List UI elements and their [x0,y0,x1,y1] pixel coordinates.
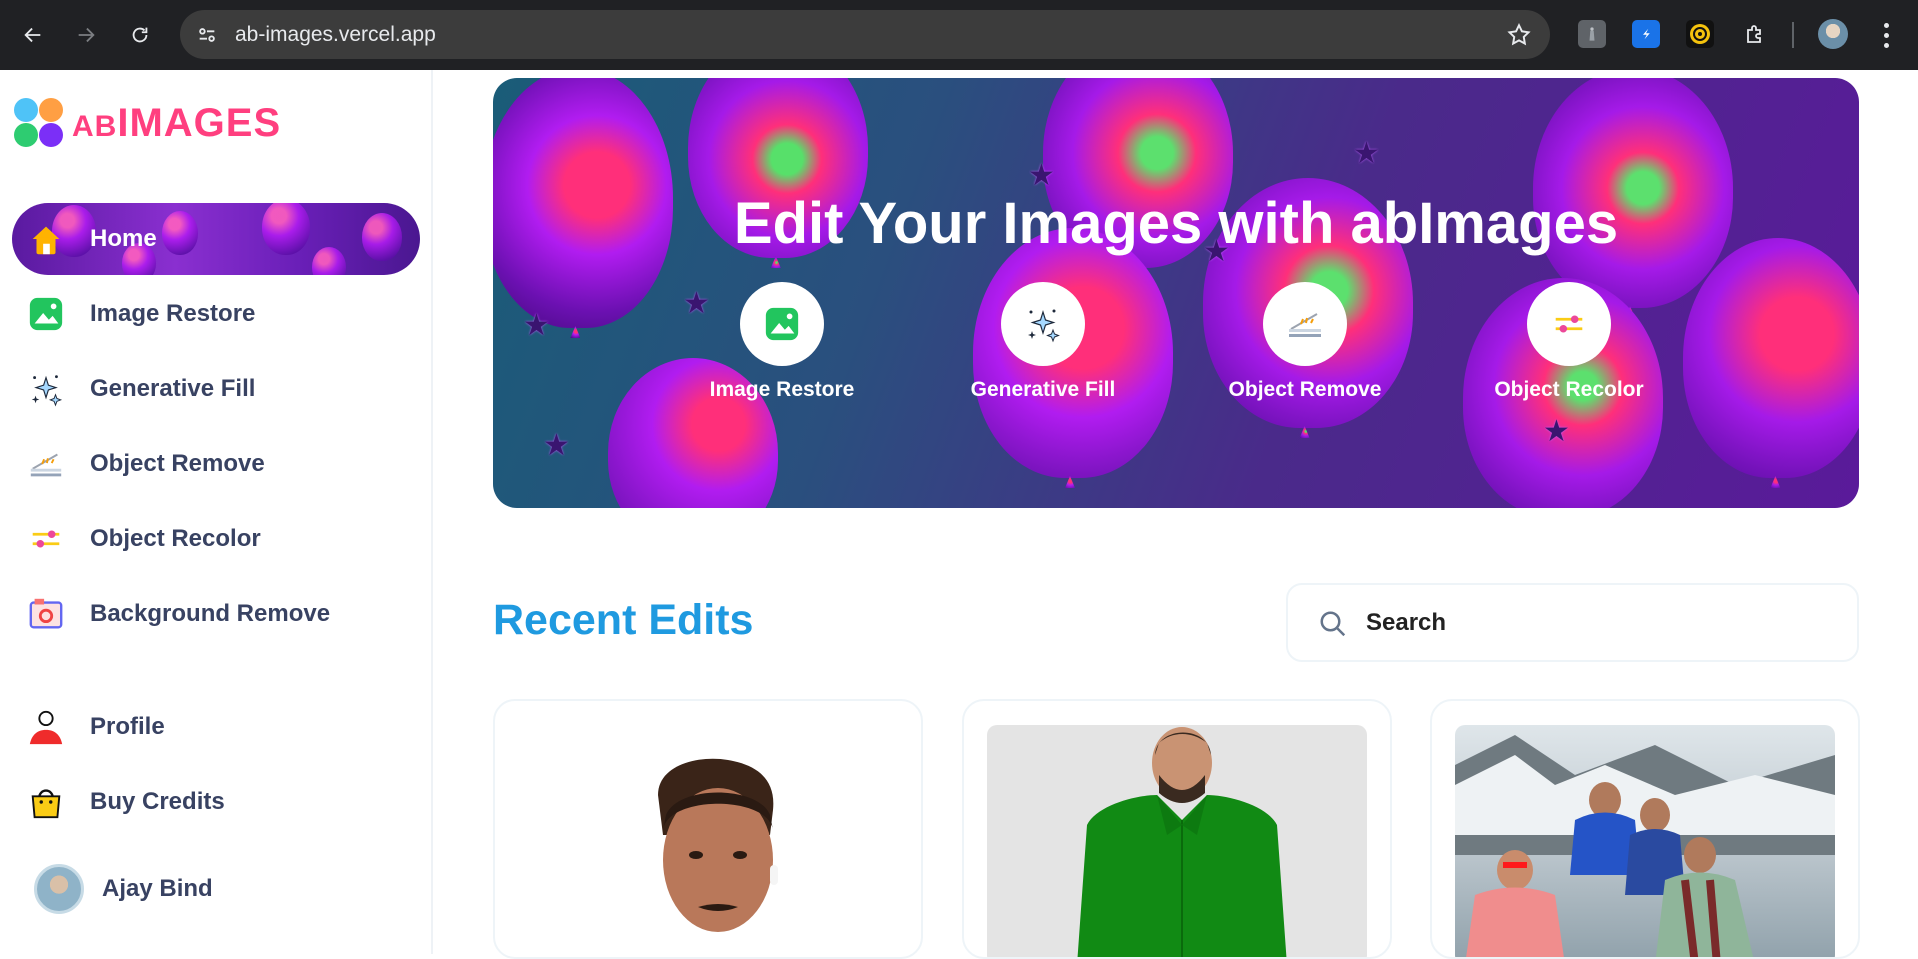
logo-dots-icon [14,98,64,148]
profile-icon [26,707,66,747]
hero-title: Edit Your Images with abImages [733,191,1619,256]
sidebar-item-object-recolor[interactable]: Object Recolor [12,503,420,575]
browser-toolbar: ab-images.vercel.app [0,0,1918,70]
browser-profile-avatar[interactable] [1818,19,1848,49]
sidebar-item-label: Object Remove [90,450,265,477]
extension-lighthouse-icon[interactable] [1578,20,1606,48]
hero-tool-label: Object Remove [1228,378,1382,401]
arrow-right-icon [78,27,95,43]
logo-text: ABIMAGES [72,100,282,145]
recent-edit-card[interactable] [1430,699,1860,959]
sidebar-item-buy-credits[interactable]: Buy Credits [12,766,420,838]
sidebar-user[interactable]: Ajay Bind [12,853,420,925]
edit-image-portrait [518,725,898,957]
sidebar-item-generative-fill[interactable]: Generative Fill [12,353,420,425]
app-logo[interactable]: ABIMAGES [14,98,281,148]
sparkles-icon [26,369,66,409]
hero-tool-label: Image Restore [709,378,855,401]
address-bar[interactable]: ab-images.vercel.app [180,10,1550,59]
back-button[interactable] [15,17,51,53]
filter-icon [1527,282,1611,366]
bookmark-star-icon[interactable] [1506,22,1532,48]
extensions-puzzle-icon[interactable] [1741,20,1769,48]
balloon-decoration [1683,238,1859,478]
recent-edit-card[interactable] [962,699,1392,959]
star-decoration: ★ [1543,415,1570,448]
star-decoration: ★ [543,429,570,462]
reload-icon [132,27,148,43]
hero-tool-label: Generative Fill [970,378,1116,401]
image-icon [26,294,66,334]
edit-image-group-snow [1455,725,1835,957]
hero-banner: ★ ★ ★ ★ ★ ★ ★ Edit Your Images with abIm… [493,78,1859,508]
camera-icon [26,594,66,634]
scan-icon [26,444,66,484]
sidebar-item-label: Buy Credits [90,788,225,815]
search-input[interactable] [1366,603,1826,643]
url-text[interactable]: ab-images.vercel.app [235,23,436,47]
star-decoration: ★ [1353,137,1380,170]
search-bar[interactable] [1286,583,1859,662]
image-icon [740,282,824,366]
edit-image-green-shirt [987,725,1367,957]
reload-button[interactable] [122,17,158,53]
user-name: Ajay Bind [102,875,213,902]
recent-edits-title: Recent Edits [493,596,754,644]
sidebar-item-label: Generative Fill [90,375,256,402]
sparkles-icon [1001,282,1085,366]
search-icon [1320,611,1346,637]
sidebar-item-label: Profile [90,713,165,740]
hero-tool-object-recolor[interactable]: Object Recolor [1469,282,1669,402]
hero-tool-object-remove[interactable]: Object Remove [1205,282,1405,402]
extension-target-icon[interactable] [1686,20,1714,48]
hero-tool-generative-fill[interactable]: Generative Fill [943,282,1143,402]
sidebar-item-label: Image Restore [90,300,256,327]
hero-tool-label: Object Recolor [1494,378,1644,401]
sidebar-item-object-remove[interactable]: Object Remove [12,428,420,500]
sidebar-item-image-restore[interactable]: Image Restore [12,278,420,350]
bag-icon [26,782,66,822]
scan-icon [1263,282,1347,366]
toolbar-divider [1792,22,1794,48]
extension-s-icon[interactable] [1632,20,1660,48]
avatar [34,864,84,914]
forward-button[interactable] [68,17,104,53]
recent-edit-card[interactable] [493,699,923,959]
hero-tool-image-restore[interactable]: Image Restore [682,282,882,402]
home-icon [26,219,66,259]
star-decoration: ★ [523,309,550,342]
sidebar-item-label: Home [90,225,157,252]
arrow-left-icon [24,27,41,43]
sidebar-item-background-remove[interactable]: Background Remove [12,578,420,650]
sidebar-item-home[interactable]: Home [12,203,420,275]
browser-menu-icon[interactable] [1876,20,1896,50]
star-decoration: ★ [1028,159,1055,192]
site-settings-icon[interactable] [194,22,220,48]
filter-icon [26,519,66,559]
sidebar-item-profile[interactable]: Profile [12,691,420,763]
sidebar: ABIMAGES Home Image Restore Generative F… [0,70,433,954]
sidebar-item-label: Background Remove [90,600,331,627]
sidebar-item-label: Object Recolor [90,525,261,552]
